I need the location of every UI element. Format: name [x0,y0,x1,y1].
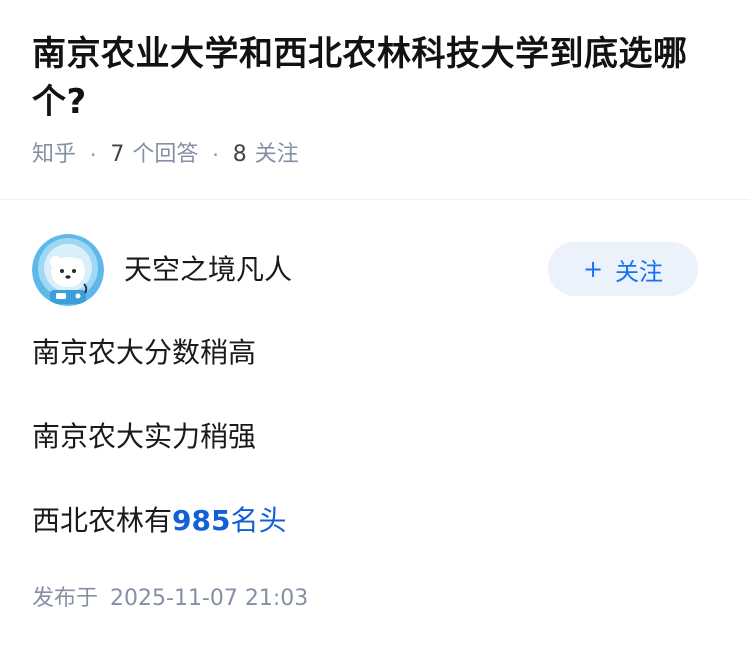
answer-content: 南京农大分数稍高 南京农大实力稍强 西北农林有985名头 [32,335,712,587]
paragraph-text: 西北农林有 [32,504,173,537]
astronaut-avatar-icon [32,234,104,306]
question-meta: 知乎 · 7 个回答 · 8 关注 [32,140,718,170]
section-divider [0,199,750,200]
keyword-link[interactable]: 985名头 [172,504,286,537]
answer-count-label[interactable]: 个回答 [132,140,198,170]
meta-separator: · [90,143,97,167]
follow-button-label: 关注 [615,257,664,286]
answer-paragraph: 南京农大分数稍高 [32,336,257,369]
follow-button[interactable]: + 关注 [548,242,698,296]
publish-label: 发布于 [32,586,99,611]
publish-timestamp: 2025-11-07 21:03 [110,586,309,611]
author-avatar[interactable] [32,234,104,306]
author-row: 天空之境凡人 + 关注 [32,234,698,306]
answer-paragraph: 西北农林有985名头 [32,503,712,539]
plus-icon: + [582,255,604,283]
site-name[interactable]: 知乎 [32,140,76,170]
publish-time: 发布于 2025-11-07 21:03 [32,584,308,614]
question-header: 南京农业大学和西北农林科技大学到底选哪个? 知乎 · 7 个回答 · 8 关注 [0,0,750,170]
question-title[interactable]: 南京农业大学和西北农林科技大学到底选哪个? [32,30,718,126]
answer-paragraph: 南京农大实力稍强 [32,420,257,453]
follower-count-label: 关注 [254,142,299,167]
keyword-text: 名头 [230,504,287,537]
follower-count: 8 [232,142,247,167]
answer-count: 7 [110,142,125,167]
author-name[interactable]: 天空之境凡人 [124,252,292,288]
meta-separator: · [212,143,219,167]
keyword-number: 985 [172,504,231,537]
